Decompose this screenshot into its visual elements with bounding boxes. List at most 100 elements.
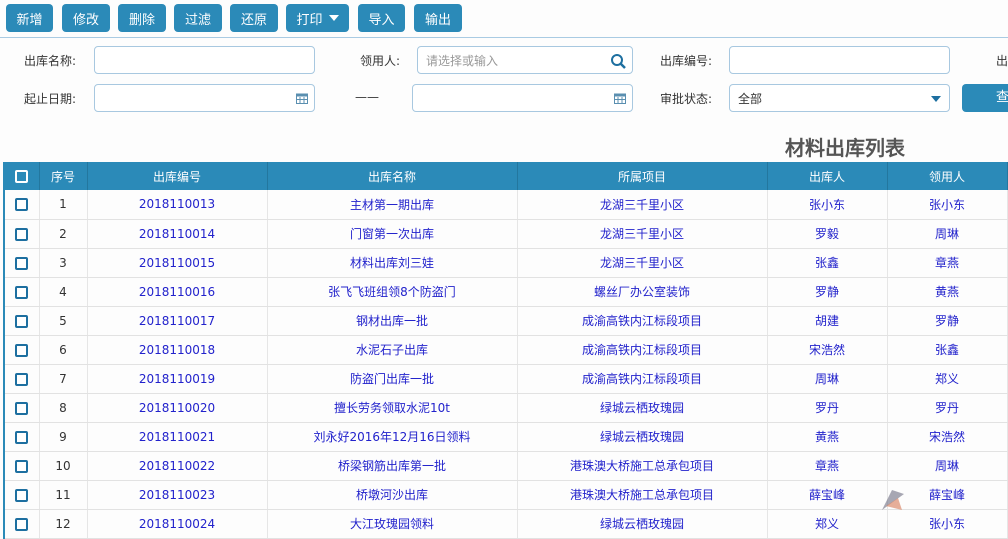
row-checkbox[interactable] — [4, 219, 40, 249]
table-row: 6 2018110018 水泥石子出库 成渝高铁内江标段项目 宋浩然 张鑫 — [4, 335, 1008, 365]
cell-code[interactable]: 2018110023 — [87, 480, 268, 510]
cell-project[interactable]: 成渝高铁内江标段项目 — [517, 306, 768, 336]
cell-code[interactable]: 2018110018 — [87, 335, 268, 365]
cell-name[interactable]: 钢材出库一批 — [267, 306, 518, 336]
cell-seq: 4 — [39, 277, 88, 307]
cell-code[interactable]: 2018110022 — [87, 451, 268, 481]
search-icon[interactable] — [610, 53, 626, 69]
start-date-input[interactable] — [94, 84, 315, 112]
cell-code[interactable]: 2018110013 — [87, 190, 268, 220]
cell-seq: 6 — [39, 335, 88, 365]
receiver-placeholder: 请选择或输入 — [426, 53, 499, 68]
table-header: 序号 出库编号 出库名称 所属项目 出库人 领用人 — [4, 162, 1008, 190]
cell-seq: 1 — [39, 190, 88, 220]
cell-project[interactable]: 龙湖三千里小区 — [517, 248, 768, 278]
cell-project[interactable]: 成渝高铁内江标段项目 — [517, 335, 768, 365]
table-row: 10 2018110022 桥梁钢筋出库第一批 港珠澳大桥施工总承包项目 章燕 周琳 — [4, 451, 1008, 481]
name-input[interactable] — [94, 46, 315, 74]
row-checkbox[interactable] — [4, 306, 40, 336]
cell-project[interactable]: 龙湖三千里小区 — [517, 219, 768, 249]
cell-code[interactable]: 2018110015 — [87, 248, 268, 278]
cell-code[interactable]: 2018110019 — [87, 364, 268, 394]
more-label: 出 — [996, 54, 1008, 68]
status-label: 审批状态: — [660, 92, 713, 106]
cell-project[interactable]: 螺丝厂办公室装饰 — [517, 277, 768, 307]
cell-name[interactable]: 刘永好2016年12月16日领料 — [267, 422, 518, 452]
cell-issuer: 黄燕 — [767, 422, 888, 452]
table-row: 3 2018110015 材料出库刘三娃 龙湖三千里小区 张鑫 章燕 — [4, 248, 1008, 278]
delete-button[interactable]: 删除 — [118, 4, 166, 32]
cell-project[interactable]: 港珠澳大桥施工总承包项目 — [517, 451, 768, 481]
name-label: 出库名称: — [24, 54, 77, 68]
filter-button[interactable]: 过滤 — [174, 4, 222, 32]
add-button[interactable]: 新增 — [6, 4, 53, 32]
row-checkbox[interactable] — [4, 248, 40, 278]
cell-name[interactable]: 门窗第一次出库 — [267, 219, 518, 249]
cell-code[interactable]: 2018110017 — [87, 306, 268, 336]
col-issuer: 出库人 — [767, 162, 888, 190]
cell-code[interactable]: 2018110020 — [87, 393, 268, 423]
row-checkbox[interactable] — [4, 480, 40, 510]
table-row: 11 2018110023 桥墩河沙出库 港珠澳大桥施工总承包项目 薛宝峰 薛宝峰 — [4, 480, 1008, 510]
end-date-input[interactable] — [412, 84, 633, 112]
col-seq: 序号 — [39, 162, 88, 190]
cell-issuer: 罗丹 — [767, 393, 888, 423]
cell-receiver: 张鑫 — [887, 335, 1008, 365]
cell-name[interactable]: 水泥石子出库 — [267, 335, 518, 365]
cell-issuer: 周琳 — [767, 364, 888, 394]
table-row: 8 2018110020 擅长劳务领取水泥10t 绿城云栖玫瑰园 罗丹 罗丹 — [4, 393, 1008, 423]
cell-receiver: 周琳 — [887, 451, 1008, 481]
status-select[interactable]: 全部 — [729, 84, 950, 112]
caret-down-icon — [931, 96, 941, 102]
divider — [0, 37, 1008, 38]
row-checkbox[interactable] — [4, 393, 40, 423]
receiver-input[interactable]: 请选择或输入 — [417, 46, 633, 74]
edit-button[interactable]: 修改 — [62, 4, 110, 32]
row-checkbox[interactable] — [4, 190, 40, 220]
row-checkbox[interactable] — [4, 451, 40, 481]
cell-seq: 7 — [39, 364, 88, 394]
table-row: 9 2018110021 刘永好2016年12月16日领料 绿城云栖玫瑰园 黄燕 宋浩然 — [4, 422, 1008, 452]
receiver-label: 领用人: — [360, 54, 401, 68]
row-checkbox[interactable] — [4, 277, 40, 307]
import-button[interactable]: 导入 — [358, 4, 405, 32]
cell-project[interactable]: 龙湖三千里小区 — [517, 190, 768, 220]
row-checkbox[interactable] — [4, 422, 40, 452]
restore-button[interactable]: 还原 — [230, 4, 278, 32]
calendar-icon[interactable] — [296, 92, 308, 104]
row-checkbox[interactable] — [4, 335, 40, 365]
col-code: 出库编号 — [87, 162, 268, 190]
cell-code[interactable]: 2018110016 — [87, 277, 268, 307]
date-separator: —— — [355, 90, 379, 104]
cell-name[interactable]: 主材第一期出库 — [267, 190, 518, 220]
cell-name[interactable]: 桥梁钢筋出库第一批 — [267, 451, 518, 481]
table-row: 5 2018110017 钢材出库一批 成渝高铁内江标段项目 胡建 罗静 — [4, 306, 1008, 336]
code-input[interactable] — [729, 46, 950, 74]
calendar-icon[interactable] — [614, 92, 626, 104]
cell-issuer: 胡建 — [767, 306, 888, 336]
cell-code[interactable]: 2018110014 — [87, 219, 268, 249]
col-project: 所属项目 — [517, 162, 768, 190]
cell-receiver: 罗丹 — [887, 393, 1008, 423]
row-checkbox[interactable] — [4, 364, 40, 394]
cell-name[interactable]: 擅长劳务领取水泥10t — [267, 393, 518, 423]
select-all-checkbox[interactable] — [4, 162, 40, 190]
export-button[interactable]: 输出 — [414, 4, 462, 32]
cell-project[interactable]: 成渝高铁内江标段项目 — [517, 364, 768, 394]
cell-project[interactable]: 港珠澳大桥施工总承包项目 — [517, 480, 768, 510]
print-button[interactable]: 打印 — [286, 4, 349, 32]
cell-issuer: 张小东 — [767, 190, 888, 220]
table-row: 7 2018110019 防盗门出库一批 成渝高铁内江标段项目 周琳 郑义 — [4, 364, 1008, 394]
cell-name[interactable]: 张飞飞班组领8个防盗门 — [267, 277, 518, 307]
cell-project[interactable]: 绿城云栖玫瑰园 — [517, 393, 768, 423]
query-button[interactable]: 查 — [962, 84, 1008, 112]
cell-code[interactable]: 2018110021 — [87, 422, 268, 452]
cell-seq: 11 — [39, 480, 88, 510]
cell-name[interactable]: 桥墩河沙出库 — [267, 480, 518, 510]
cell-receiver: 郑义 — [887, 364, 1008, 394]
cell-receiver: 罗静 — [887, 306, 1008, 336]
cell-project[interactable]: 绿城云栖玫瑰园 — [517, 422, 768, 452]
cell-name[interactable]: 防盗门出库一批 — [267, 364, 518, 394]
cell-name[interactable]: 材料出库刘三娃 — [267, 248, 518, 278]
col-name: 出库名称 — [267, 162, 518, 190]
